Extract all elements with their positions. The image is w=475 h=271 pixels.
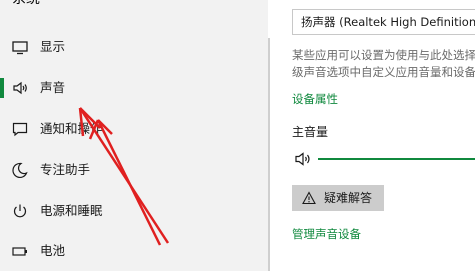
warning-icon	[302, 191, 316, 205]
battery-icon	[11, 242, 29, 260]
active-indicator	[0, 241, 4, 261]
sidebar-item-sound[interactable]: 声音	[0, 68, 268, 108]
sidebar-title: 系统	[12, 0, 40, 7]
message-icon	[11, 120, 29, 138]
active-indicator	[0, 37, 4, 57]
power-icon	[11, 202, 29, 220]
sidebar-item-notifications[interactable]: 通知和操作	[0, 109, 268, 149]
troubleshoot-button[interactable]: 疑难解答	[292, 185, 384, 211]
sidebar-item-label: 通知和操作	[40, 121, 103, 136]
settings-window: 系统 显示 声音 通知和操作 专注	[0, 0, 475, 271]
sidebar-item-label: 专注助手	[40, 162, 91, 177]
sidebar: 系统 显示 声音 通知和操作 专注	[0, 0, 268, 271]
description-line: 某些应用可以设置为使用与此处选择	[292, 48, 475, 62]
sidebar-item-focus-assist[interactable]: 专注助手	[0, 150, 268, 190]
speaker-icon	[11, 79, 29, 97]
master-volume-label: 主音量	[292, 125, 329, 139]
sound-settings-pane: 扬声器 (Realtek High Definition Audio) 某些应用…	[270, 0, 475, 271]
description-line: 级声音选项中自定义应用音量和设备	[292, 65, 475, 79]
sidebar-item-display[interactable]: 显示	[0, 27, 268, 67]
sidebar-item-power-sleep[interactable]: 电源和睡眠	[0, 191, 268, 231]
troubleshoot-label: 疑难解答	[324, 191, 373, 205]
sidebar-item-label: 电池	[40, 243, 66, 258]
output-device-select[interactable]: 扬声器 (Realtek High Definition Audio)	[292, 9, 475, 35]
active-indicator	[0, 119, 4, 139]
sidebar-item-label: 显示	[40, 39, 66, 54]
active-indicator	[0, 201, 4, 221]
sidebar-item-battery[interactable]: 电池	[0, 231, 268, 271]
manage-sound-devices-link[interactable]: 管理声音设备	[292, 225, 361, 243]
monitor-icon	[11, 38, 29, 56]
moon-icon	[11, 161, 29, 179]
description-text: 某些应用可以设置为使用与此处选择 级声音选项中自定义应用音量和设备	[292, 47, 475, 81]
sidebar-item-label: 电源和睡眠	[40, 203, 103, 218]
active-indicator	[0, 160, 4, 180]
active-indicator	[0, 78, 4, 98]
device-properties-link[interactable]: 设备属性	[292, 90, 338, 108]
master-volume-slider[interactable]	[318, 158, 475, 160]
sidebar-item-label: 声音	[40, 80, 66, 95]
volume-icon[interactable]	[294, 151, 314, 167]
